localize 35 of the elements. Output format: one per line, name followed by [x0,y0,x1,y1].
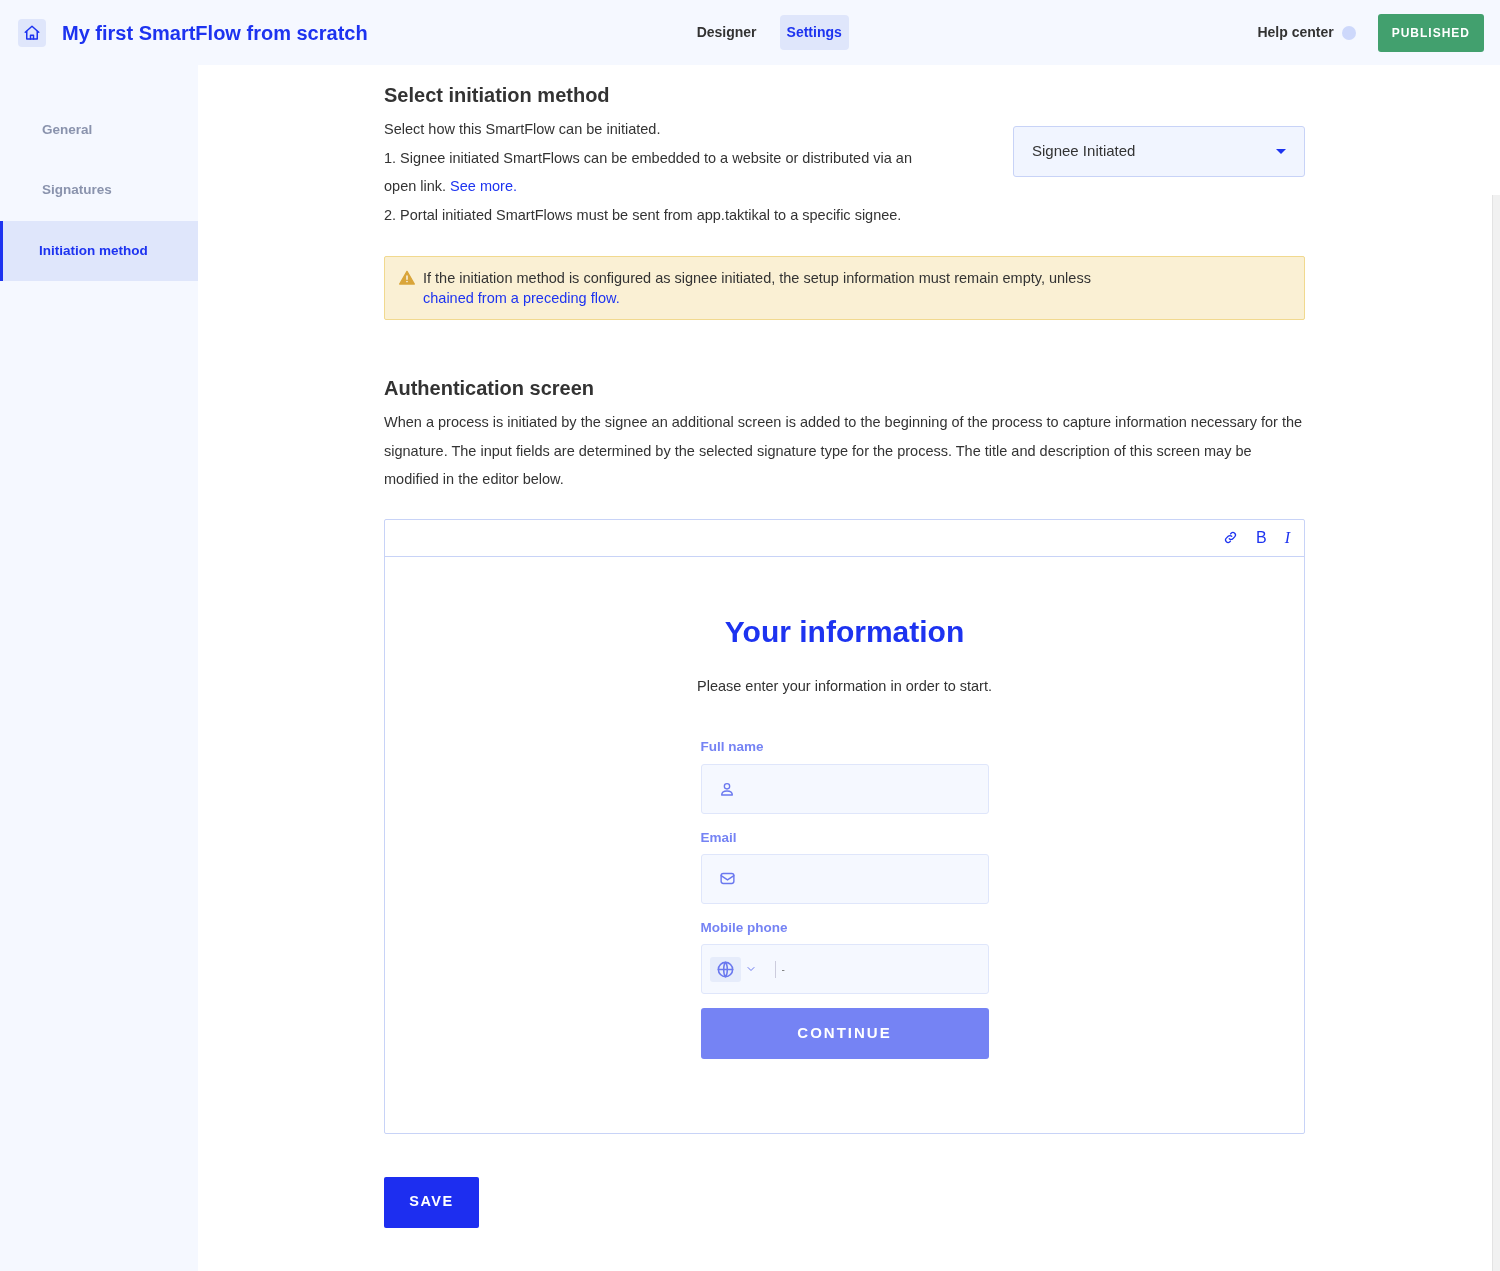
section-heading: Select initiation method [384,83,611,107]
home-button[interactable] [18,18,46,47]
italic-button[interactable]: I [1282,529,1292,546]
description-text: When a process is initiated by the signee an additional screen is added to the beginning of the process to capture information necessary for the signature. The input fields are determined by the selected signature type for the process. The title and description of this screen may be modified in the editor below. [384,413,1304,489]
home-icon [23,23,41,42]
preview-subtitle: Please enter your information in order to start. [696,676,993,696]
nav-tab[interactable]: Designer [689,15,764,50]
description-text: Select how this SmartFlow can be initiated. [384,120,662,139]
chained-flow-link[interactable]: chained from a preceding flow. [423,290,620,306]
warning-icon [399,270,415,286]
flow-title: My first SmartFlow from scratch [62,20,368,46]
field-label: Email [700,828,738,847]
see-more-link[interactable]: See more. [450,178,517,194]
help-center-link[interactable]: Help center [1257,22,1334,43]
phone-field[interactable]: - [700,944,989,994]
field-label: Mobile phone [700,918,789,937]
link-icon [1223,530,1238,545]
field-label: Full name [700,738,765,757]
globe-icon [715,959,735,979]
phone-number-input[interactable]: - [774,960,980,978]
section-heading: Authentication screen [384,376,596,400]
save-button[interactable]: SAVE [384,1176,479,1228]
caret-icon [1276,149,1286,154]
bold-button[interactable]: B [1254,529,1269,546]
person-field[interactable] [700,763,989,814]
email-field[interactable] [700,853,989,904]
sidebar-item[interactable]: Initiation method [0,220,198,281]
alert-text: If the initiation method is configured as signee initiated, the setup information must remain empty, unless chained from a preceding flow. [423,269,1092,308]
preview-title: Your information [723,613,966,650]
country-picker[interactable] [709,956,741,982]
description-text: 1. Signee initiated SmartFlows can be embedded to a website or distributed via an open link. See more. [384,148,913,196]
person-icon [718,780,735,797]
description-text: 2. Portal initiated SmartFlows must be sent from app.taktikal to a specific signee. [384,205,903,225]
nav-tab[interactable]: Settings [779,15,849,50]
method-select[interactable]: Signee Initiated [1013,126,1305,177]
